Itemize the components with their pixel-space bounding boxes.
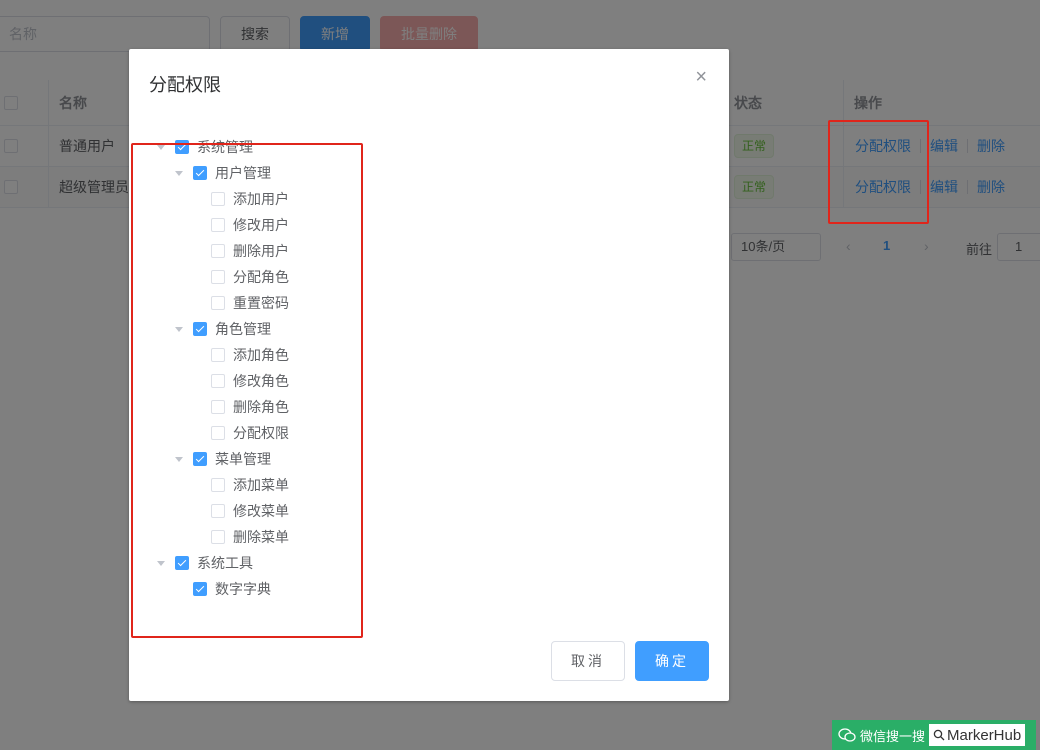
search-icon — [933, 729, 945, 741]
annotation-box-tree — [131, 143, 363, 638]
watermark: 微信搜一搜 MarkerHub — [832, 720, 1036, 750]
close-icon[interactable]: × — [695, 67, 707, 87]
watermark-brand-box: MarkerHub — [929, 724, 1026, 746]
cancel-button[interactable]: 取消 — [551, 641, 625, 681]
confirm-button[interactable]: 确定 — [635, 641, 709, 681]
wechat-icon — [838, 728, 856, 742]
annotation-box-ops — [828, 120, 929, 224]
dialog-footer: 取消 确定 — [541, 641, 709, 681]
watermark-text: 微信搜一搜 — [860, 728, 926, 744]
watermark-brand: MarkerHub — [947, 726, 1022, 744]
dialog-title: 分配权限 — [149, 75, 221, 95]
